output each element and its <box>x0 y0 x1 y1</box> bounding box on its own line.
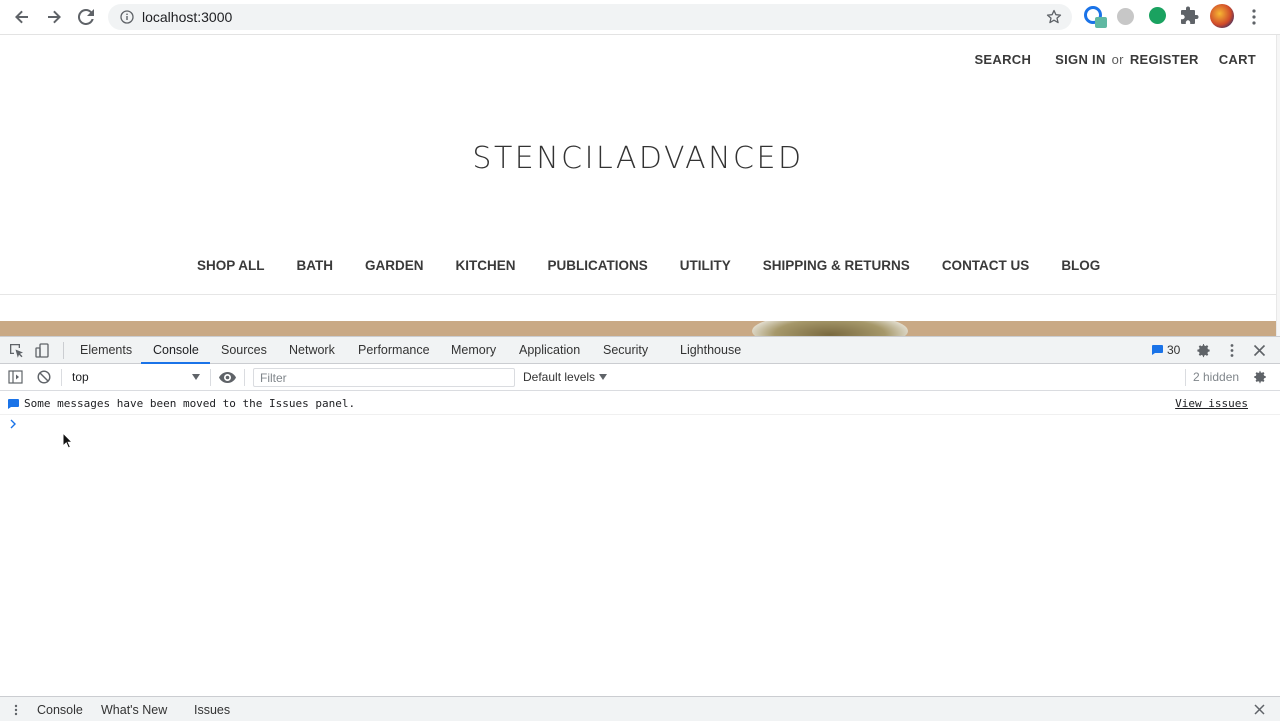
category-contact-us[interactable]: CONTACT US <box>942 258 1030 273</box>
chevron-down-icon[interactable] <box>192 374 200 380</box>
or-text: or <box>1111 52 1124 67</box>
more-vertical-icon[interactable] <box>1226 343 1238 358</box>
info-icon[interactable] <box>120 10 134 24</box>
category-garden[interactable]: GARDEN <box>365 258 424 273</box>
register-link[interactable]: REGISTER <box>1130 52 1199 67</box>
log-levels-label: Default levels <box>523 370 596 384</box>
message-icon <box>1152 345 1163 355</box>
toolbar-divider <box>210 369 211 386</box>
arrow-right-icon <box>48 10 61 24</box>
more-vertical-icon[interactable] <box>1247 8 1261 26</box>
hero-banner[interactable] <box>0 321 1276 336</box>
tab-sources[interactable]: Sources <box>221 343 267 357</box>
tab-security[interactable]: Security <box>603 343 648 357</box>
devtools-drawer-bar: Console What's New Issues <box>0 696 1280 721</box>
tab-memory[interactable]: Memory <box>451 343 496 357</box>
tab-console[interactable]: Console <box>153 343 199 357</box>
tab-lighthouse[interactable]: Lighthouse <box>680 343 741 357</box>
back-button[interactable] <box>6 1 38 33</box>
clear-console-icon[interactable] <box>37 370 51 384</box>
category-bath[interactable]: BATH <box>297 258 334 273</box>
devtools-panel: Elements Console Sources Network Perform… <box>0 336 1280 721</box>
tab-network[interactable]: Network <box>289 343 335 357</box>
drawer-tab-issues[interactable]: Issues <box>194 703 230 717</box>
arrow-left-icon <box>15 10 28 24</box>
devtools-tabbar: Elements Console Sources Network Perform… <box>0 337 1280 364</box>
show-sidebar-icon[interactable] <box>8 370 23 384</box>
forward-button[interactable] <box>38 1 70 33</box>
puzzle-icon[interactable] <box>1180 6 1200 26</box>
sign-in-link[interactable]: SIGN IN <box>1055 52 1106 67</box>
close-icon[interactable] <box>1253 344 1266 357</box>
console-message: Some messages have been moved to the Iss… <box>0 393 1280 415</box>
category-utility[interactable]: UTILITY <box>680 258 731 273</box>
settings-gear-icon[interactable] <box>1196 343 1211 358</box>
message-icon <box>8 399 19 409</box>
more-vertical-icon[interactable] <box>13 704 19 716</box>
chevron-right-icon <box>10 419 16 429</box>
console-message-text: Some messages have been moved to the Iss… <box>24 397 356 410</box>
store-logo[interactable]: STENCILADVANCED <box>0 141 1276 176</box>
context-selector[interactable]: top <box>72 370 89 384</box>
category-shop-all[interactable]: SHOP ALL <box>197 258 265 273</box>
issues-counter[interactable]: 30 <box>1152 343 1180 357</box>
cart-link[interactable]: CART <box>1219 52 1256 67</box>
extension-badge-icon <box>1095 17 1107 28</box>
web-page: SEARCH SIGN IN or REGISTER CART STENCILA… <box>0 35 1276 336</box>
category-blog[interactable]: BLOG <box>1061 258 1100 273</box>
category-shipping-returns[interactable]: SHIPPING & RETURNS <box>763 258 910 273</box>
inspect-element-icon[interactable] <box>9 343 24 358</box>
extension-icon[interactable] <box>1117 8 1134 25</box>
tab-application[interactable]: Application <box>519 343 580 357</box>
console-settings-gear-icon[interactable] <box>1253 370 1267 384</box>
mouse-cursor-icon <box>62 432 74 449</box>
account-nav: SEARCH SIGN IN or REGISTER CART <box>974 52 1256 67</box>
issues-count-text: 30 <box>1167 343 1181 357</box>
toolbar-divider <box>244 369 245 386</box>
reload-button[interactable] <box>70 1 102 33</box>
reload-icon <box>78 9 94 25</box>
drawer-tab-whats-new[interactable]: What's New <box>101 703 167 717</box>
close-icon[interactable] <box>1254 704 1265 715</box>
extension-icon[interactable] <box>1149 7 1166 24</box>
log-levels-dropdown[interactable]: Default levels <box>523 370 608 384</box>
category-nav: SHOP ALL BATH GARDEN KITCHEN PUBLICATION… <box>197 258 1100 273</box>
category-publications[interactable]: PUBLICATIONS <box>548 258 648 273</box>
hidden-count: 2 hidden <box>1193 370 1240 384</box>
url-text: localhost:3000 <box>142 9 233 25</box>
bookmark-star-icon[interactable] <box>1046 9 1062 25</box>
profile-avatar[interactable] <box>1210 4 1234 28</box>
toolbar-divider <box>61 369 62 386</box>
drawer-tab-console[interactable]: Console <box>37 703 83 717</box>
nav-divider <box>0 294 1276 295</box>
toolbar-divider <box>1185 369 1186 386</box>
page-scrollbar[interactable] <box>1276 35 1280 336</box>
browser-toolbar: localhost:3000 <box>0 0 1280 35</box>
chevron-down-icon <box>599 374 608 380</box>
tab-elements[interactable]: Elements <box>80 343 132 357</box>
device-toolbar-icon[interactable] <box>35 343 50 358</box>
extension-icon[interactable] <box>1084 6 1107 28</box>
toolbar-divider <box>63 342 64 359</box>
view-issues-link[interactable]: View issues <box>1175 397 1248 410</box>
search-link[interactable]: SEARCH <box>974 52 1031 67</box>
filter-input[interactable] <box>253 368 515 387</box>
category-kitchen[interactable]: KITCHEN <box>456 258 516 273</box>
live-expression-eye-icon[interactable] <box>219 372 236 383</box>
tab-performance[interactable]: Performance <box>358 343 430 357</box>
address-bar[interactable]: localhost:3000 <box>108 4 1072 30</box>
console-toolbar: top Default levels 2 hidden <box>0 364 1280 391</box>
hero-image <box>752 321 908 336</box>
